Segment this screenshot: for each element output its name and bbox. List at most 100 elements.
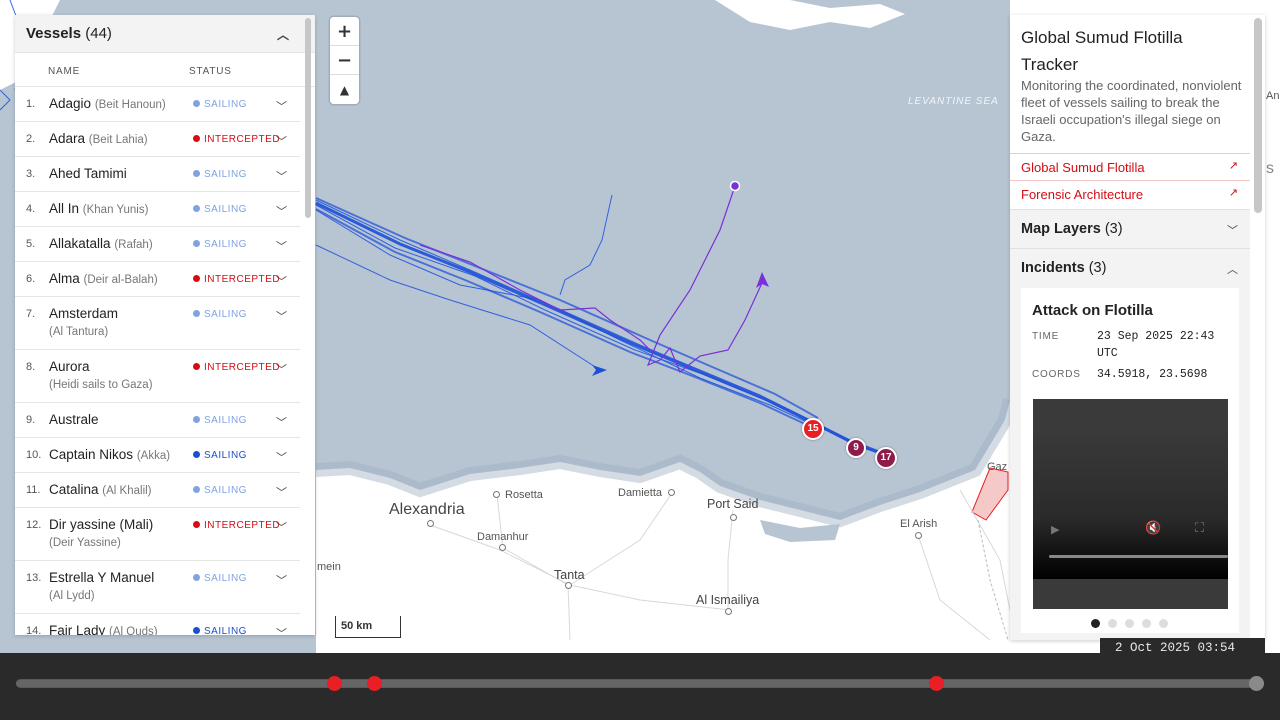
mute-icon[interactable]: 🔇: [1145, 521, 1161, 536]
incidents-section[interactable]: Incidents (3) ︿: [1010, 248, 1250, 288]
vessel-row[interactable]: 2. Adara (Beit Lahia) INTERCEPTED ﹀: [15, 122, 300, 157]
place-port-said: Port Said: [707, 497, 759, 511]
chevron-down-icon[interactable]: ﹀: [276, 361, 287, 377]
vessel-row[interactable]: 9. Australe SAILING ﹀: [15, 403, 300, 438]
place-alexandria: Alexandria: [389, 501, 465, 518]
carousel-dot[interactable]: [1159, 619, 1168, 628]
incident-title: Attack on Flotilla: [1032, 302, 1153, 319]
status-badge: SAILING: [193, 204, 247, 215]
link-global-sumud-flotilla[interactable]: Global Sumud Flotilla ↗: [1010, 153, 1250, 180]
vessel-row[interactable]: 12. Dir yassine (Mali) (Deir Yassine) INTER…: [15, 508, 300, 561]
city-dot: [565, 582, 572, 589]
status-badge: SAILING: [193, 450, 247, 461]
incident-video[interactable]: ▶ 🔇 ⛶: [1033, 399, 1228, 609]
incident-marker[interactable]: 15: [802, 418, 824, 440]
place-rosetta: Rosetta: [505, 489, 543, 501]
vessel-name-text: All In: [49, 201, 80, 216]
vessel-list: 1. Adagio (Beit Hanoun) SAILING ﹀ 2. Adara (B…: [15, 87, 315, 635]
chevron-up-icon[interactable]: ︿: [277, 26, 289, 43]
chevron-down-icon[interactable]: ﹀: [276, 238, 287, 254]
vessel-name-text: Alma: [49, 271, 80, 286]
chevron-down-icon[interactable]: ﹀: [276, 449, 287, 465]
info-panel: Global Sumud Flotilla Tracker Monitoring…: [1010, 15, 1265, 640]
chevron-down-icon[interactable]: ﹀: [276, 203, 287, 219]
chevron-down-icon[interactable]: ﹀: [276, 308, 287, 324]
vessel-index: 12.: [26, 519, 42, 531]
vessel-name: Australe: [49, 412, 99, 427]
link-forensic-architecture[interactable]: Forensic Architecture ↗: [1010, 180, 1250, 207]
timeline-incident-marker[interactable]: [367, 676, 383, 691]
status-badge: SAILING: [193, 626, 247, 635]
vessel-name: Allakatalla (Rafah): [49, 236, 153, 251]
vessels-header[interactable]: Vessels (44) ︿: [15, 15, 315, 53]
city-dot: [730, 514, 737, 521]
chevron-down-icon[interactable]: ﹀: [276, 98, 287, 114]
vessel-row[interactable]: 10. Captain Nikos (Akka) SAILING ﹀: [15, 438, 300, 473]
play-icon[interactable]: ▶: [1051, 523, 1059, 536]
video-frame-top: [1033, 399, 1228, 429]
vessel-row[interactable]: 1. Adagio (Beit Hanoun) SAILING ﹀: [15, 87, 300, 122]
vessel-index: 10.: [26, 449, 42, 461]
timeline-handle[interactable]: [1249, 676, 1264, 691]
timeline-incident-marker[interactable]: [928, 676, 944, 691]
chevron-down-icon[interactable]: ﹀: [276, 625, 287, 635]
status-dot-icon: [193, 310, 200, 317]
vessel-row[interactable]: 5. Allakatalla (Rafah) SAILING ﹀: [15, 227, 300, 262]
cluster-marker[interactable]: 17: [875, 447, 897, 469]
vessel-row[interactable]: 6. Alma (Deir al-Balah) INTERCEPTED ﹀: [15, 262, 300, 297]
vessel-row[interactable]: 7. Amsterdam (Al Tantura) SAILING ﹀: [15, 297, 300, 350]
zoom-in-button[interactable]: +: [330, 17, 359, 46]
cluster-marker[interactable]: 9: [846, 438, 866, 458]
vessel-row[interactable]: 11. Catalina (Al Khalil) SAILING ﹀: [15, 473, 300, 508]
vessel-name: Catalina (Al Khalil): [49, 482, 152, 497]
status-text: SAILING: [204, 573, 247, 584]
info-scrollbar[interactable]: [1254, 18, 1262, 213]
chevron-down-icon[interactable]: ﹀: [276, 414, 287, 430]
vessels-scrollbar[interactable]: [305, 18, 311, 218]
vessel-index: 13.: [26, 572, 42, 584]
map-layers-section[interactable]: Map Layers (3) ﹀: [1010, 209, 1250, 249]
vessel-name-text: Fair Lady: [49, 623, 106, 635]
vessel-row[interactable]: 8. Aurora (Heidi sails to Gaza) INTERCEPTED…: [15, 350, 300, 403]
carousel-dot[interactable]: [1125, 619, 1134, 628]
city-dot: [493, 491, 500, 498]
vessel-index: 8.: [26, 361, 36, 373]
scale-bar: 50 km: [335, 616, 401, 638]
carousel-dot[interactable]: [1091, 619, 1100, 628]
status-badge: INTERCEPTED: [193, 362, 280, 373]
carousel-dot[interactable]: [1142, 619, 1151, 628]
coords-key: COORDS: [1032, 369, 1081, 380]
zoom-out-button[interactable]: −: [330, 46, 359, 75]
carousel-dot[interactable]: [1108, 619, 1117, 628]
chevron-down-icon[interactable]: ﹀: [276, 484, 287, 500]
timeline-incident-marker[interactable]: [327, 676, 343, 691]
chevron-down-icon[interactable]: ﹀: [276, 519, 287, 535]
chevron-down-icon[interactable]: ﹀: [276, 168, 287, 184]
fullscreen-icon[interactable]: ⛶: [1195, 521, 1204, 536]
vessel-name: Ahed Tamimi: [49, 166, 127, 181]
chevron-down-icon[interactable]: ﹀: [276, 273, 287, 289]
time-value: 23 Sep 2025 22:43 UTC: [1097, 330, 1215, 360]
vessels-count: (44): [85, 25, 112, 42]
page-description: Monitoring the coordinated, nonviolent f…: [1021, 78, 1242, 144]
status-badge: INTERCEPTED: [193, 274, 280, 285]
chevron-down-icon[interactable]: ﹀: [276, 572, 287, 588]
incident-card: Attack on Flotilla TIME 23 Sep 2025 22:4…: [1021, 288, 1239, 633]
chevron-down-icon[interactable]: ﹀: [276, 133, 287, 149]
external-link-icon: ↗: [1228, 159, 1238, 172]
vessel-name: Captain Nikos (Akka): [49, 447, 170, 462]
status-dot-icon: [193, 100, 200, 107]
column-name: NAME: [48, 66, 81, 77]
vessel-name: Aurora: [49, 359, 90, 374]
status-text: INTERCEPTED: [204, 520, 281, 531]
vessel-home-town: (Deir Yassine): [49, 537, 121, 549]
page-title: Global Sumud Flotilla Tracker: [1021, 28, 1183, 74]
video-progress-bar[interactable]: [1049, 555, 1228, 558]
vessel-row[interactable]: 4. All In (Khan Yunis) SAILING ﹀: [15, 192, 300, 227]
vessel-name: Alma (Deir al-Balah): [49, 271, 158, 286]
compass-button[interactable]: ▲: [330, 75, 359, 104]
column-status: STATUS: [189, 66, 232, 77]
vessel-row[interactable]: 3. Ahed Tamimi SAILING ﹀: [15, 157, 300, 192]
vessel-row[interactable]: 14. Fair Lady (Al Quds) SAILING ﹀: [15, 614, 300, 635]
vessel-row[interactable]: 13. Estrella Y Manuel (Al Lydd) SAILING ﹀: [15, 561, 300, 614]
